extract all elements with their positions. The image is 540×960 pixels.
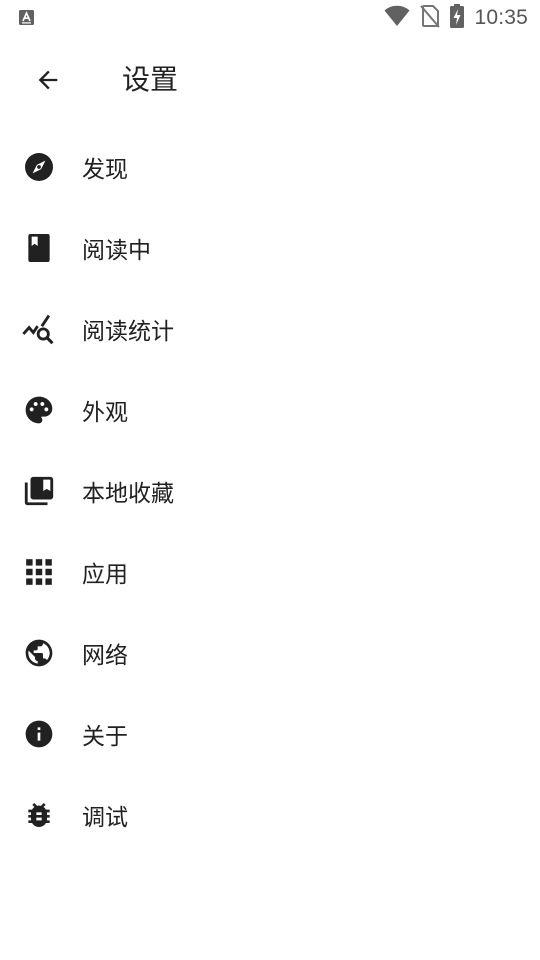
globe-icon bbox=[22, 636, 56, 670]
menu-label: 外观 bbox=[82, 399, 128, 426]
menu-label: 网络 bbox=[82, 642, 128, 669]
menu-label: 调试 bbox=[82, 804, 128, 831]
menu-item-reading-stats[interactable]: 阅读统计 bbox=[0, 288, 540, 369]
menu-item-reading[interactable]: 阅读中 bbox=[0, 207, 540, 288]
back-button[interactable] bbox=[28, 60, 68, 100]
menu-item-debug[interactable]: 调试 bbox=[0, 774, 540, 855]
menu-item-network[interactable]: 网络 bbox=[0, 612, 540, 693]
no-sim-icon bbox=[420, 4, 441, 32]
book-icon bbox=[22, 231, 56, 265]
menu-label: 应用 bbox=[82, 561, 128, 588]
collections-bookmark-icon bbox=[22, 474, 56, 508]
menu-item-local-collection[interactable]: 本地收藏 bbox=[0, 450, 540, 531]
menu-item-appearance[interactable]: 外观 bbox=[0, 369, 540, 450]
page-title: 设置 bbox=[122, 63, 179, 96]
bug-icon bbox=[22, 798, 56, 832]
menu-label: 关于 bbox=[82, 723, 128, 750]
wifi-icon bbox=[384, 5, 410, 31]
settings-menu: 发现 阅读中 阅读统计 外观 本地收藏 应用 网络 关于 调试 bbox=[0, 126, 540, 855]
menu-label: 本地收藏 bbox=[82, 480, 174, 507]
menu-item-discover[interactable]: 发现 bbox=[0, 126, 540, 207]
menu-label: 阅读中 bbox=[82, 237, 151, 264]
arrow-back-icon bbox=[38, 70, 58, 90]
status-right-group: 10:35 bbox=[384, 0, 528, 36]
compass-icon bbox=[22, 150, 56, 184]
battery-charging-icon bbox=[450, 4, 465, 32]
menu-label: 发现 bbox=[82, 156, 128, 183]
palette-icon bbox=[22, 393, 56, 427]
menu-label: 阅读统计 bbox=[82, 318, 174, 345]
keyboard-a-icon bbox=[19, 10, 34, 25]
status-bar: 10:35 bbox=[0, 0, 540, 36]
status-time: 10:35 bbox=[474, 6, 528, 29]
apps-grid-icon bbox=[22, 555, 56, 589]
app-bar: 设置 bbox=[0, 36, 540, 126]
menu-item-about[interactable]: 关于 bbox=[0, 693, 540, 774]
menu-item-apps[interactable]: 应用 bbox=[0, 531, 540, 612]
chart-search-icon bbox=[22, 312, 56, 346]
info-icon bbox=[22, 717, 56, 751]
